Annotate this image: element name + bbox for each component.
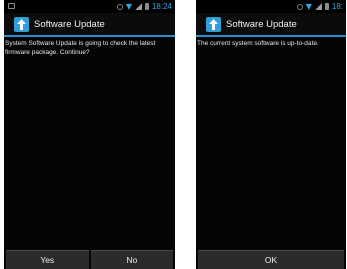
upload-arrow-icon bbox=[206, 16, 221, 32]
status-time: 18: bbox=[331, 1, 343, 11]
update-prompt-screen: ▼ 18:24 Software Update System Software … bbox=[4, 0, 175, 269]
alarm-icon bbox=[116, 3, 123, 10]
dialog-title: Software Update bbox=[226, 18, 297, 30]
wifi-icon: ▼ bbox=[125, 1, 132, 11]
dialog-message: System Software Update is going to check… bbox=[5, 40, 156, 56]
wifi-icon: ▼ bbox=[305, 1, 312, 11]
dialog-title: Software Update bbox=[34, 18, 105, 30]
signal-icon bbox=[314, 3, 322, 10]
dialog-message: The current system software is up-to-dat… bbox=[197, 40, 319, 47]
status-bar: ▼ 18:24 bbox=[4, 0, 175, 13]
status-bar: ▼ 18: bbox=[196, 0, 346, 13]
dialog-button-row: OK bbox=[196, 250, 346, 269]
signal-icon bbox=[134, 3, 142, 10]
dialog-title-bar: Software Update bbox=[196, 13, 346, 37]
battery-icon bbox=[144, 3, 149, 10]
alarm-icon bbox=[296, 3, 303, 10]
status-time: 18:24 bbox=[151, 1, 172, 11]
dialog-button-row: Yes No bbox=[4, 250, 175, 269]
ok-button[interactable]: OK bbox=[198, 250, 344, 269]
no-button[interactable]: No bbox=[90, 250, 173, 269]
battery-icon bbox=[324, 3, 329, 10]
upload-arrow-icon bbox=[14, 16, 29, 32]
up-to-date-screen: ▼ 18: Software Update The current system… bbox=[196, 0, 346, 269]
dialog-title-bar: Software Update bbox=[4, 13, 175, 37]
notification-icon bbox=[8, 3, 15, 9]
yes-button[interactable]: Yes bbox=[6, 250, 89, 269]
